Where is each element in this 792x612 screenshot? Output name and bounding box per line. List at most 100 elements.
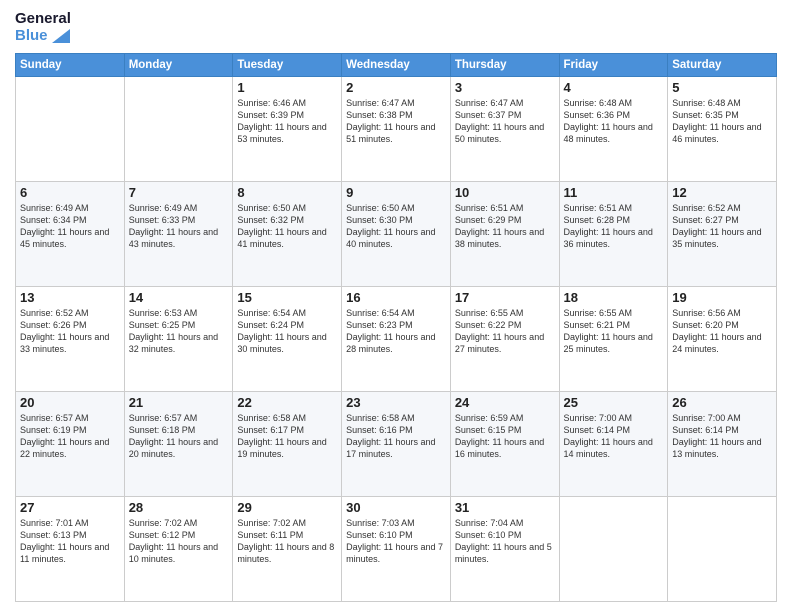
day-number: 11 [564,185,664,200]
calendar-cell: 17 Sunrise: 6:55 AMSunset: 6:22 PMDayligh… [450,286,559,391]
cell-content: Sunrise: 6:48 AMSunset: 6:35 PMDaylight:… [672,97,772,146]
cell-content: Sunrise: 6:58 AMSunset: 6:16 PMDaylight:… [346,412,446,461]
calendar-cell: 11 Sunrise: 6:51 AMSunset: 6:28 PMDayligh… [559,181,668,286]
calendar-cell: 10 Sunrise: 6:51 AMSunset: 6:29 PMDayligh… [450,181,559,286]
day-number: 21 [129,395,229,410]
day-number: 15 [237,290,337,305]
calendar-cell: 23 Sunrise: 6:58 AMSunset: 6:16 PMDayligh… [342,391,451,496]
cell-content: Sunrise: 6:51 AMSunset: 6:29 PMDaylight:… [455,202,555,251]
day-number: 19 [672,290,772,305]
calendar-cell: 13 Sunrise: 6:52 AMSunset: 6:26 PMDayligh… [16,286,125,391]
calendar-cell [559,496,668,601]
cell-content: Sunrise: 6:46 AMSunset: 6:39 PMDaylight:… [237,97,337,146]
day-number: 3 [455,80,555,95]
cell-content: Sunrise: 6:56 AMSunset: 6:20 PMDaylight:… [672,307,772,356]
day-number: 27 [20,500,120,515]
logo-blue: Blue [15,27,71,44]
day-number: 30 [346,500,446,515]
cell-content: Sunrise: 6:59 AMSunset: 6:15 PMDaylight:… [455,412,555,461]
day-number: 14 [129,290,229,305]
calendar-cell: 20 Sunrise: 6:57 AMSunset: 6:19 PMDayligh… [16,391,125,496]
page: General Blue SundayMondayTuesdayWednesda… [0,0,792,612]
calendar-cell: 7 Sunrise: 6:49 AMSunset: 6:33 PMDaylight… [124,181,233,286]
cell-content: Sunrise: 6:50 AMSunset: 6:32 PMDaylight:… [237,202,337,251]
cell-content: Sunrise: 6:55 AMSunset: 6:21 PMDaylight:… [564,307,664,356]
calendar-cell: 2 Sunrise: 6:47 AMSunset: 6:38 PMDaylight… [342,76,451,181]
weekday-header-wednesday: Wednesday [342,53,451,76]
day-number: 24 [455,395,555,410]
weekday-header-friday: Friday [559,53,668,76]
cell-content: Sunrise: 6:49 AMSunset: 6:34 PMDaylight:… [20,202,120,251]
calendar-cell [668,496,777,601]
day-number: 28 [129,500,229,515]
calendar-body: 1 Sunrise: 6:46 AMSunset: 6:39 PMDaylight… [16,76,777,602]
cell-content: Sunrise: 7:02 AMSunset: 6:11 PMDaylight:… [237,517,337,566]
calendar-cell: 27 Sunrise: 7:01 AMSunset: 6:13 PMDayligh… [16,496,125,601]
weekday-header-thursday: Thursday [450,53,559,76]
calendar-cell: 24 Sunrise: 6:59 AMSunset: 6:15 PMDayligh… [450,391,559,496]
calendar-cell: 5 Sunrise: 6:48 AMSunset: 6:35 PMDaylight… [668,76,777,181]
day-number: 20 [20,395,120,410]
header: General Blue [15,10,777,45]
cell-content: Sunrise: 7:03 AMSunset: 6:10 PMDaylight:… [346,517,446,566]
calendar-week-2: 6Sunrise: 6:49 AMSunset: 6:34 PMDaylight… [16,181,777,286]
day-number: 18 [564,290,664,305]
day-number: 9 [346,185,446,200]
day-number: 29 [237,500,337,515]
calendar-week-3: 13 Sunrise: 6:52 AMSunset: 6:26 PMDayligh… [16,286,777,391]
calendar-cell: 3 Sunrise: 6:47 AMSunset: 6:37 PMDaylight… [450,76,559,181]
calendar-header-row: SundayMondayTuesdayWednesdayThursdayFrid… [16,53,777,76]
cell-content: Sunrise: 6:48 AMSunset: 6:36 PMDaylight:… [564,97,664,146]
calendar-cell: 4 Sunrise: 6:48 AMSunset: 6:36 PMDaylight… [559,76,668,181]
cell-content: Sunrise: 7:00 AMSunset: 6:14 PMDaylight:… [672,412,772,461]
calendar-table: SundayMondayTuesdayWednesdayThursdayFrid… [15,53,777,603]
day-number: 23 [346,395,446,410]
cell-content: Sunrise: 6:54 AMSunset: 6:24 PMDaylight:… [237,307,337,356]
cell-content: Sunrise: 6:58 AMSunset: 6:17 PMDaylight:… [237,412,337,461]
calendar-cell: 9 Sunrise: 6:50 AMSunset: 6:30 PMDaylight… [342,181,451,286]
cell-content: Sunrise: 7:00 AMSunset: 6:14 PMDaylight:… [564,412,664,461]
logo-triangle-icon [52,29,70,43]
cell-content: Sunrise: 6:51 AMSunset: 6:28 PMDaylight:… [564,202,664,251]
calendar-cell: 31 Sunrise: 7:04 AMSunset: 6:10 PMDayligh… [450,496,559,601]
calendar-cell: 25Sunrise: 7:00 AMSunset: 6:14 PMDayligh… [559,391,668,496]
calendar-cell: 1 Sunrise: 6:46 AMSunset: 6:39 PMDaylight… [233,76,342,181]
calendar-cell: 21Sunrise: 6:57 AMSunset: 6:18 PMDayligh… [124,391,233,496]
day-number: 22 [237,395,337,410]
day-number: 1 [237,80,337,95]
calendar-cell: 28 Sunrise: 7:02 AMSunset: 6:12 PMDayligh… [124,496,233,601]
cell-content: Sunrise: 6:47 AMSunset: 6:37 PMDaylight:… [455,97,555,146]
calendar-cell: 14Sunrise: 6:53 AMSunset: 6:25 PMDayligh… [124,286,233,391]
cell-content: Sunrise: 7:01 AMSunset: 6:13 PMDaylight:… [20,517,120,566]
weekday-header-sunday: Sunday [16,53,125,76]
calendar-cell: 26Sunrise: 7:00 AMSunset: 6:14 PMDayligh… [668,391,777,496]
cell-content: Sunrise: 6:47 AMSunset: 6:38 PMDaylight:… [346,97,446,146]
calendar-week-1: 1 Sunrise: 6:46 AMSunset: 6:39 PMDaylight… [16,76,777,181]
logo: General Blue [15,10,71,45]
cell-content: Sunrise: 6:57 AMSunset: 6:19 PMDaylight:… [20,412,120,461]
calendar-cell [124,76,233,181]
day-number: 4 [564,80,664,95]
day-number: 7 [129,185,229,200]
cell-content: Sunrise: 6:49 AMSunset: 6:33 PMDaylight:… [129,202,229,251]
day-number: 10 [455,185,555,200]
cell-content: Sunrise: 6:55 AMSunset: 6:22 PMDaylight:… [455,307,555,356]
logo-general: General [15,10,71,27]
calendar-cell: 22 Sunrise: 6:58 AMSunset: 6:17 PMDayligh… [233,391,342,496]
cell-content: Sunrise: 7:02 AMSunset: 6:12 PMDaylight:… [129,517,229,566]
day-number: 13 [20,290,120,305]
calendar-cell: 19 Sunrise: 6:56 AMSunset: 6:20 PMDayligh… [668,286,777,391]
day-number: 17 [455,290,555,305]
day-number: 8 [237,185,337,200]
cell-content: Sunrise: 6:54 AMSunset: 6:23 PMDaylight:… [346,307,446,356]
cell-content: Sunrise: 6:50 AMSunset: 6:30 PMDaylight:… [346,202,446,251]
cell-content: Sunrise: 7:04 AMSunset: 6:10 PMDaylight:… [455,517,555,566]
day-number: 2 [346,80,446,95]
calendar-cell: 29 Sunrise: 7:02 AMSunset: 6:11 PMDayligh… [233,496,342,601]
cell-content: Sunrise: 6:52 AMSunset: 6:26 PMDaylight:… [20,307,120,356]
day-number: 16 [346,290,446,305]
calendar-cell: 15 Sunrise: 6:54 AMSunset: 6:24 PMDayligh… [233,286,342,391]
day-number: 31 [455,500,555,515]
logo-text-block: General Blue [15,10,71,45]
day-number: 5 [672,80,772,95]
